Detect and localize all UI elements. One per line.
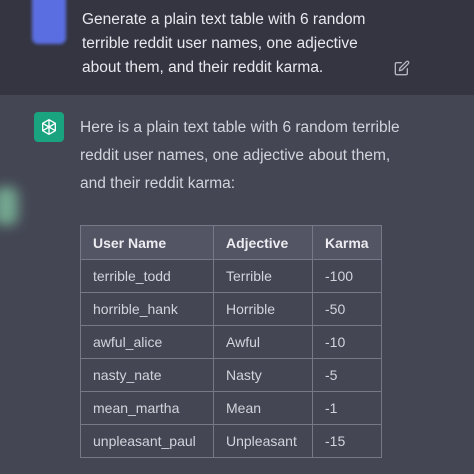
cell-adjective: Terrible	[213, 259, 313, 293]
table-row: terrible_todd Terrible -100	[80, 259, 382, 293]
table-row: nasty_nate Nasty -5	[80, 358, 382, 392]
cell-user-name: nasty_nate	[80, 358, 214, 392]
user-avatar	[32, 0, 66, 44]
user-message-text: Generate a plain text table with 6 rando…	[82, 11, 366, 76]
table-row: mean_martha Mean -1	[80, 391, 382, 425]
cell-user-name: horrible_hank	[80, 292, 214, 326]
cell-karma: -50	[312, 292, 382, 326]
cell-user-name: terrible_todd	[80, 259, 214, 293]
cell-user-name: unpleasant_paul	[80, 424, 214, 458]
karma-table: User Name Adjective Karma terrible_todd …	[80, 225, 382, 458]
table-header-row: User Name Adjective Karma	[80, 225, 382, 260]
cell-user-name: mean_martha	[80, 391, 214, 425]
edit-icon[interactable]	[394, 60, 410, 76]
blurred-green-blob	[0, 187, 18, 225]
user-message: Generate a plain text table with 6 rando…	[0, 0, 474, 95]
cell-user-name: awful_alice	[80, 325, 214, 359]
karma-table-container: User Name Adjective Karma terrible_todd …	[80, 225, 382, 458]
chat-screen: Generate a plain text table with 6 rando…	[0, 0, 474, 474]
assistant-message-text: Here is a plain text table with 6 random…	[80, 119, 400, 192]
cell-karma: -1	[312, 391, 382, 425]
table-row: awful_alice Awful -10	[80, 325, 382, 359]
cell-adjective: Awful	[213, 325, 313, 359]
openai-logo-icon	[34, 112, 64, 142]
table-row: unpleasant_paul Unpleasant -15	[80, 424, 382, 458]
cell-karma: -15	[312, 424, 382, 458]
cell-adjective: Horrible	[213, 292, 313, 326]
cell-karma: -100	[312, 259, 382, 293]
header-user-name: User Name	[80, 225, 214, 260]
header-karma: Karma	[312, 225, 382, 260]
header-adjective: Adjective	[213, 225, 313, 260]
cell-adjective: Nasty	[213, 358, 313, 392]
cell-karma: -5	[312, 358, 382, 392]
cell-adjective: Mean	[213, 391, 313, 425]
cell-adjective: Unpleasant	[213, 424, 313, 458]
table-row: horrible_hank Horrible -50	[80, 292, 382, 326]
cell-karma: -10	[312, 325, 382, 359]
